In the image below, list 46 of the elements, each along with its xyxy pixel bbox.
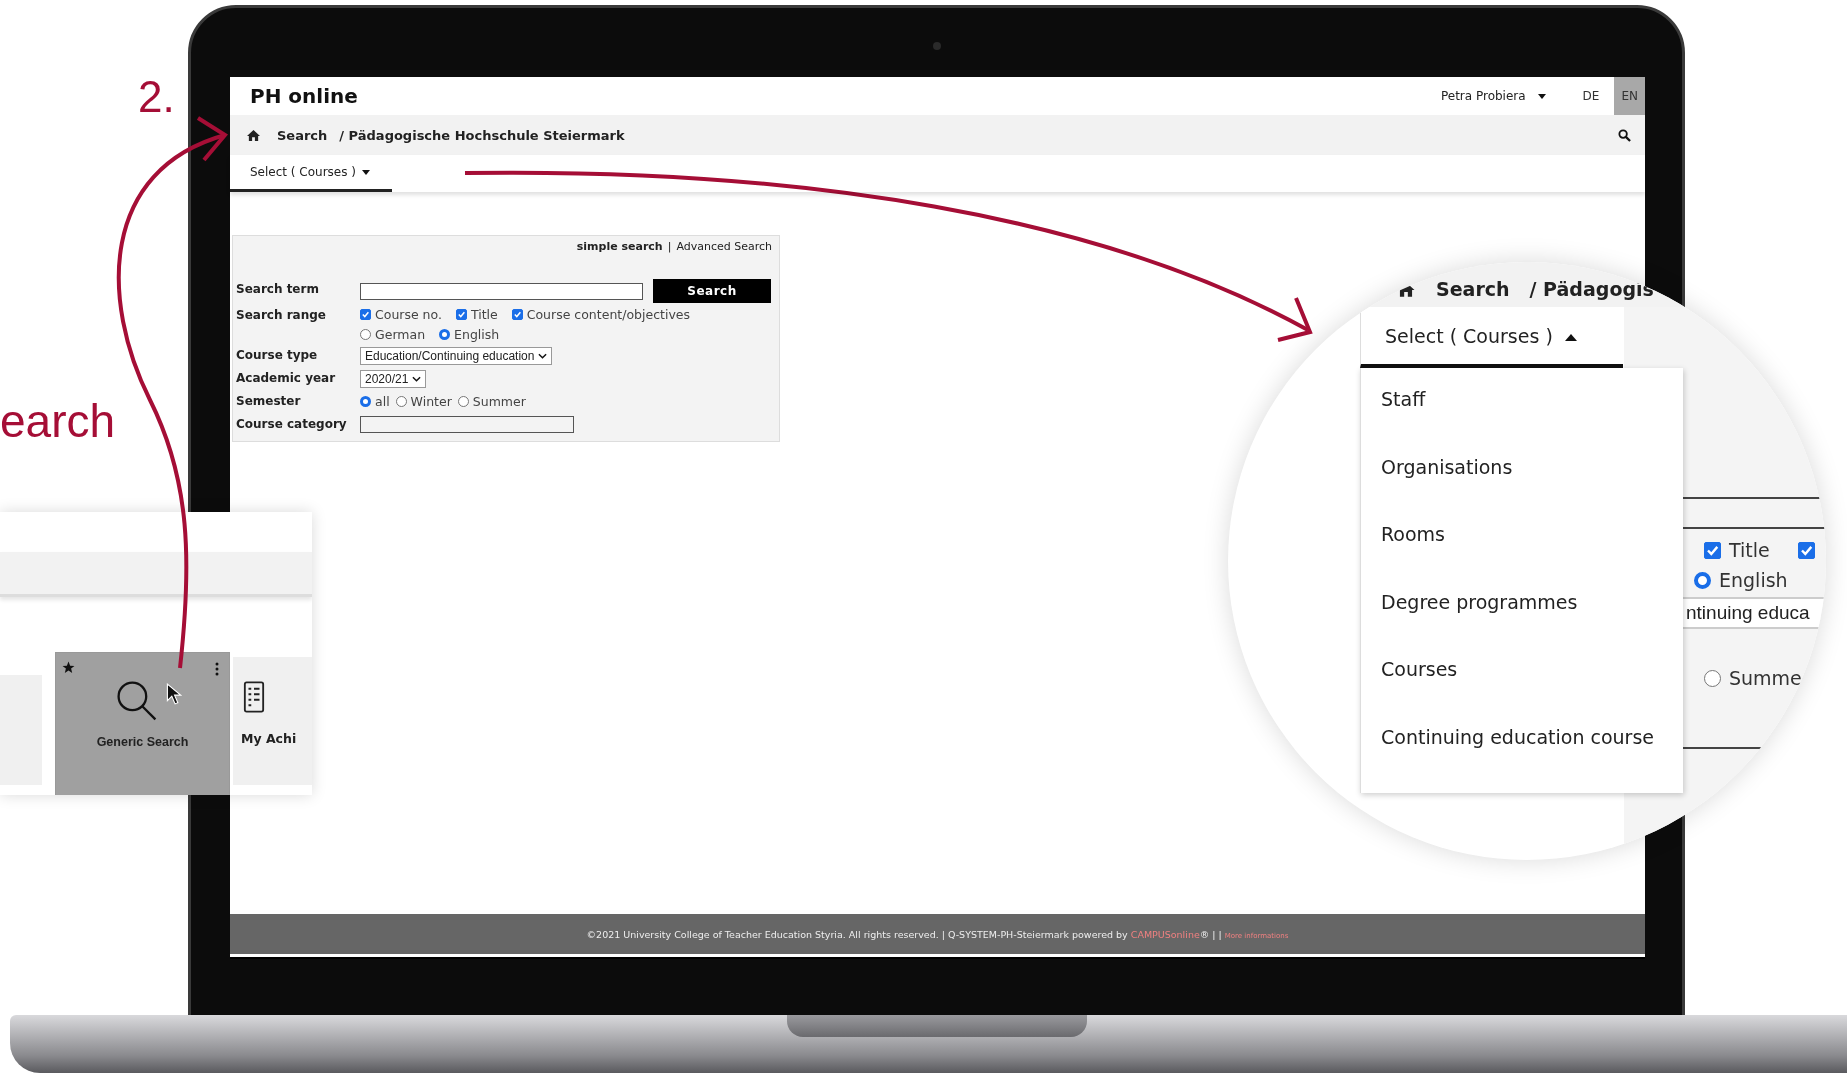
step-number: 2. xyxy=(138,72,175,122)
radio-label: English xyxy=(1719,569,1788,591)
radio-label: Summe xyxy=(1729,667,1802,689)
radio-label: English xyxy=(454,326,500,342)
breadcrumb-link[interactable]: Search xyxy=(1436,277,1510,300)
language-button[interactable]: DE xyxy=(1575,77,1607,115)
tile-label: My Achi xyxy=(241,731,297,746)
field-label: Search range xyxy=(236,307,327,324)
menu-item[interactable]: Courses xyxy=(1361,658,1683,726)
menu-item[interactable]: Staff xyxy=(1361,388,1683,456)
search-button[interactable]: Search xyxy=(653,279,771,303)
breadcrumb-link[interactable]: Search xyxy=(277,127,328,143)
app-title: PH online xyxy=(250,84,358,108)
select-field[interactable]: 2020/21 xyxy=(360,369,427,388)
callout-heading: earch xyxy=(0,394,116,448)
breadcrumb-item: / Pädagogis xyxy=(1529,277,1654,300)
checkbox-label: Title xyxy=(1729,539,1770,561)
select-field[interactable]: Education/Continuing education xyxy=(360,346,553,365)
radio-label: German xyxy=(375,326,426,342)
separator: | xyxy=(667,240,672,253)
radio-label: all xyxy=(375,394,390,409)
field-label: Academic year xyxy=(236,370,337,387)
field-label: Course type xyxy=(236,347,319,364)
field-label: Semester xyxy=(236,393,302,410)
checkbox-label: Course no. xyxy=(375,306,442,322)
checkbox-label: Title xyxy=(470,306,498,322)
select-tab[interactable]: Select ( Courses ) xyxy=(230,155,392,192)
user-menu[interactable]: Petra Probiera xyxy=(1440,89,1546,103)
search-mode-link[interactable]: simple search xyxy=(576,240,663,253)
radio-label: Summer xyxy=(472,394,526,409)
language-button[interactable]: EN xyxy=(1614,77,1645,115)
menu-item[interactable]: Rooms xyxy=(1361,523,1683,591)
field-label: Search term xyxy=(236,281,320,298)
breadcrumb-item: / Pädagogische Hochschule Steiermark xyxy=(339,127,625,143)
checkbox-label: Course content/objectives xyxy=(526,306,690,322)
menu-item[interactable]: Organisations xyxy=(1361,455,1683,523)
tile-label: Generic Search xyxy=(95,735,190,749)
app-tile[interactable]: My Achi xyxy=(233,657,312,785)
app-tile[interactable]: Generic Search xyxy=(55,652,230,795)
field-label: Course category xyxy=(236,416,348,433)
search-mode-link[interactable]: Advanced Search xyxy=(676,240,772,253)
menu-item[interactable]: Continuing education course xyxy=(1361,725,1683,793)
select-tab[interactable]: Select ( Courses ) xyxy=(1360,307,1623,368)
menu-item[interactable]: Degree programmes xyxy=(1361,590,1683,658)
select-field[interactable]: ntinuing educa xyxy=(1682,597,1826,629)
radio-label: Winter xyxy=(410,394,452,409)
